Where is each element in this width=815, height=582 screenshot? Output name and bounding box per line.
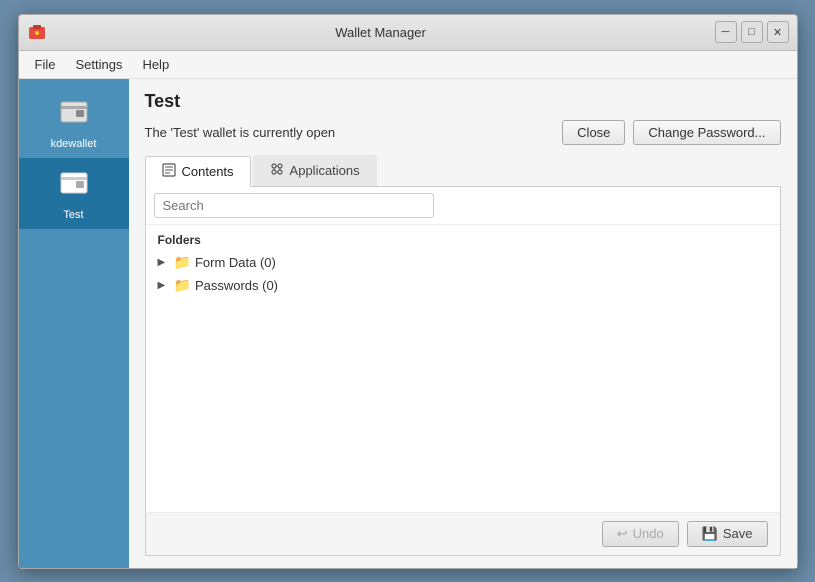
wallet-buttons: Close Change Password... — [562, 120, 780, 145]
sidebar-item-test-label: Test — [63, 209, 83, 221]
contents-tab-icon — [162, 163, 176, 180]
kdewallet-icon — [58, 95, 90, 134]
search-input[interactable] — [154, 193, 434, 218]
change-password-button[interactable]: Change Password... — [633, 120, 780, 145]
undo-icon: ↩ — [617, 526, 628, 542]
main-window: Wallet Manager ─ □ ✕ File Settings Help — [18, 14, 798, 569]
sidebar-item-kdewallet-label: kdewallet — [51, 138, 97, 150]
sidebar-item-kdewallet[interactable]: kdewallet — [19, 87, 129, 158]
tab-contents[interactable]: Contents — [145, 156, 251, 187]
panel-title: Test — [145, 91, 781, 112]
main-panel: Test The 'Test' wallet is currently open… — [129, 79, 797, 568]
menu-help[interactable]: Help — [134, 54, 177, 75]
chevron-right-icon: ▶ — [158, 257, 170, 268]
sidebar: kdewallet Test — [19, 79, 129, 568]
tabs: Contents — [145, 155, 781, 187]
folders-area: Folders ▶ 📁 Form Data (0) ▶ 📁 Passwords … — [146, 225, 780, 512]
minimize-button[interactable]: ─ — [715, 21, 737, 43]
folder-passwords[interactable]: ▶ 📁 Passwords (0) — [146, 274, 780, 297]
undo-button[interactable]: ↩ Undo — [602, 521, 679, 547]
folder-passwords-label: Passwords (0) — [195, 278, 278, 293]
folder-form-data-label: Form Data (0) — [195, 255, 276, 270]
window-controls: ─ □ ✕ — [715, 21, 789, 43]
folder-icon-2: 📁 — [174, 277, 191, 294]
undo-label: Undo — [633, 526, 664, 541]
content-area: kdewallet Test Test The 'Test' wallet is… — [19, 79, 797, 568]
tab-contents-label: Contents — [182, 164, 234, 179]
tab-applications-label: Applications — [290, 163, 360, 178]
menu-bar: File Settings Help — [19, 51, 797, 79]
chevron-right-icon-2: ▶ — [158, 280, 170, 291]
window-title: Wallet Manager — [47, 25, 715, 40]
wallet-status-text: The 'Test' wallet is currently open — [145, 125, 336, 140]
save-label: Save — [723, 526, 753, 541]
menu-file[interactable]: File — [27, 54, 64, 75]
maximize-button[interactable]: □ — [741, 21, 763, 43]
search-bar — [146, 187, 780, 225]
app-icon — [27, 22, 47, 42]
wallet-status-bar: The 'Test' wallet is currently open Clos… — [145, 120, 781, 145]
menu-settings[interactable]: Settings — [67, 54, 130, 75]
title-bar: Wallet Manager ─ □ ✕ — [19, 15, 797, 51]
tab-applications[interactable]: Applications — [253, 155, 377, 186]
folders-header: Folders — [146, 229, 780, 251]
close-wallet-button[interactable]: Close — [562, 120, 625, 145]
test-icon — [58, 166, 90, 205]
folder-icon: 📁 — [174, 254, 191, 271]
applications-tab-icon — [270, 162, 284, 179]
folder-form-data[interactable]: ▶ 📁 Form Data (0) — [146, 251, 780, 274]
sidebar-item-test[interactable]: Test — [19, 158, 129, 229]
content-box: Folders ▶ 📁 Form Data (0) ▶ 📁 Passwords … — [145, 187, 781, 556]
bottom-bar: ↩ Undo 💾 Save — [146, 512, 780, 555]
close-button[interactable]: ✕ — [767, 21, 789, 43]
save-icon: 💾 — [702, 526, 718, 542]
save-button[interactable]: 💾 Save — [687, 521, 768, 547]
